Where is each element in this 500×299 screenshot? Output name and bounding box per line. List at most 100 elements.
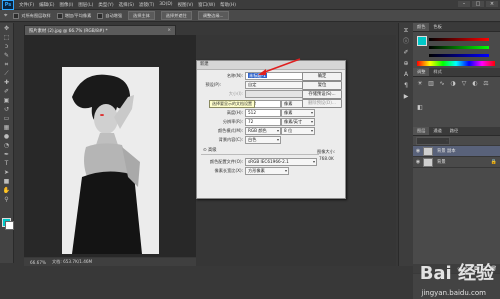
gradient-tool-icon[interactable]: ▦ — [2, 124, 11, 131]
background-contents-label: 背景内容(C): — [218, 137, 243, 142]
resolution-unit-select[interactable]: 像素/英寸 — [281, 118, 315, 126]
color-ramp[interactable] — [417, 61, 495, 66]
shape-tool-icon[interactable]: ■ — [2, 178, 11, 185]
color-balance-icon[interactable]: ⚖ — [482, 80, 490, 87]
option-sample-all-layers[interactable]: 对所有图层取样 — [13, 12, 51, 19]
advanced-toggle[interactable]: ⊙ 高级 — [203, 147, 217, 153]
tab-layers[interactable]: 图层 — [413, 127, 430, 135]
brightness-icon[interactable]: ☀ — [416, 80, 424, 87]
menu-filter[interactable]: 滤镜(T) — [139, 2, 154, 8]
menu-select[interactable]: 选择(S) — [119, 2, 134, 8]
menu-image[interactable]: 图像(I) — [59, 2, 73, 8]
menu-type[interactable]: 类型(Y) — [98, 2, 113, 8]
menu-edit[interactable]: 编辑(E) — [39, 2, 54, 8]
photo-canvas[interactable] — [62, 67, 159, 254]
refine-edge-button[interactable]: 调整边缘... — [197, 11, 229, 20]
reset-button[interactable]: 复位 — [302, 81, 342, 90]
type-tool-icon[interactable]: T — [2, 160, 11, 167]
zoom-tool-icon[interactable]: ⚲ — [2, 196, 11, 203]
background-contents-select[interactable]: 白色 — [245, 136, 281, 144]
maximize-button[interactable]: □ — [472, 1, 484, 7]
eye-icon[interactable]: ◉ — [415, 148, 421, 154]
color-mode-select[interactable]: RGB 颜色 — [245, 127, 281, 135]
menu-window[interactable]: 窗口(W) — [198, 2, 215, 8]
eye-icon[interactable]: ◉ — [415, 159, 421, 165]
stamp-tool-icon[interactable]: ▣ — [2, 97, 11, 104]
photoshop-logo: Ps — [2, 0, 14, 10]
layers-empty-area — [413, 168, 500, 264]
tab-channels[interactable]: 通道 — [429, 127, 445, 135]
quick-select-tool-icon[interactable]: ⌖ — [4, 12, 7, 20]
bit-depth-select[interactable]: 8 位 — [281, 127, 315, 135]
quick-select-tool-icon[interactable]: ✎ — [2, 52, 11, 59]
right-panels: 颜色 色板 调整 样式 ☀ ▥ ∿ ◑ ▽ ◐ ⚖ ◧ 图层 通道 路径 ◉ 背… — [413, 23, 500, 299]
save-preset-button[interactable]: 存储预设(S)... — [302, 90, 342, 99]
background-color-swatch[interactable] — [5, 221, 14, 230]
exposure-icon[interactable]: ◑ — [449, 80, 457, 87]
tab-adjustments[interactable]: 调整 — [413, 68, 430, 76]
tab-paths[interactable]: 路径 — [446, 127, 462, 135]
status-bar: 66.67% 文档: 653.7K/1.46M — [24, 258, 196, 266]
option-auto-enhance[interactable]: 自动增强 — [97, 12, 122, 19]
move-tool-icon[interactable]: ✥ — [2, 25, 11, 32]
hue-icon[interactable]: ◐ — [471, 80, 479, 87]
color-profile-select[interactable]: sRGB IEC61966-2.1 — [245, 158, 317, 166]
resolution-input[interactable]: 72 — [245, 118, 281, 126]
zoom-level[interactable]: 66.67% — [30, 260, 46, 265]
history-brush-tool-icon[interactable]: ↺ — [2, 106, 11, 113]
option-label: 对所有图层取样 — [21, 12, 51, 18]
blur-tool-icon[interactable]: ● — [2, 133, 11, 140]
eraser-tool-icon[interactable]: ▭ — [2, 115, 11, 122]
brush-tool-icon[interactable]: ✐ — [2, 88, 11, 95]
pixel-aspect-select[interactable]: 方形像素 — [245, 167, 289, 175]
brush-panel-icon[interactable]: ✐ — [402, 49, 410, 56]
ok-button[interactable]: 确定 — [302, 72, 342, 81]
vibrance-icon[interactable]: ▽ — [460, 80, 468, 87]
dodge-tool-icon[interactable]: ◔ — [2, 142, 11, 149]
color-mode-label: 颜色模式(M): — [217, 128, 243, 133]
r-slider[interactable] — [429, 38, 489, 41]
height-input[interactable]: 512 — [245, 109, 281, 117]
layer-row[interactable]: ◉ 背景 副本 — [413, 146, 500, 157]
pen-tool-icon[interactable]: ✒ — [2, 151, 11, 158]
minimize-button[interactable]: – — [458, 1, 470, 7]
character-icon[interactable]: A — [402, 71, 410, 78]
select-subject-button[interactable]: 选择主体 — [128, 11, 155, 20]
b-slider[interactable] — [429, 54, 489, 57]
menu-help[interactable]: 帮助(H) — [220, 2, 236, 8]
lasso-tool-icon[interactable]: ↄ — [2, 43, 11, 50]
close-button[interactable]: × — [486, 1, 498, 7]
curves-icon[interactable]: ∿ — [438, 80, 446, 87]
menu-file[interactable]: 文件(F) — [19, 2, 34, 8]
height-label: 高度(H): — [226, 110, 243, 115]
tab-styles[interactable]: 样式 — [429, 68, 445, 76]
black-white-icon[interactable]: ◧ — [416, 104, 424, 111]
history-icon[interactable]: ⧖ — [402, 27, 410, 34]
advanced-label: 高级 — [207, 148, 217, 153]
crop-tool-icon[interactable]: ⌗ — [2, 61, 11, 68]
close-tab-icon[interactable]: × — [167, 28, 171, 33]
layer-thumbnail — [423, 157, 433, 167]
clone-source-icon[interactable]: ⊕ — [402, 60, 410, 67]
height-unit-select[interactable]: 像素 — [281, 109, 315, 117]
menu-3d[interactable]: 3D(D) — [159, 2, 172, 7]
eyedropper-tool-icon[interactable]: ⟋ — [2, 70, 11, 77]
path-select-tool-icon[interactable]: ➤ — [2, 169, 11, 176]
tab-color[interactable]: 颜色 — [413, 23, 430, 31]
menu-layer[interactable]: 图层(L) — [78, 2, 93, 8]
option-add-average[interactable]: 增加/平均像素 — [56, 12, 91, 19]
tab-swatches[interactable]: 色板 — [429, 23, 445, 31]
menu-view[interactable]: 视图(V) — [178, 2, 194, 8]
hand-tool-icon[interactable]: ✋ — [2, 187, 11, 194]
healing-brush-tool-icon[interactable]: ✚ — [2, 79, 11, 86]
marquee-tool-icon[interactable]: ⬚ — [2, 34, 11, 41]
g-slider[interactable] — [429, 46, 489, 49]
select-and-mask-button[interactable]: 选择并遮住 — [160, 11, 192, 20]
fg-color-preview[interactable] — [417, 36, 427, 46]
actions-icon[interactable]: ▶ — [402, 93, 410, 100]
layer-row[interactable]: ◉ 背景 🔒 — [413, 157, 500, 168]
paragraph-icon[interactable]: ¶ — [402, 82, 410, 89]
blend-mode-select[interactable] — [416, 136, 450, 145]
properties-icon[interactable]: ⓘ — [402, 38, 410, 45]
levels-icon[interactable]: ▥ — [427, 80, 435, 87]
